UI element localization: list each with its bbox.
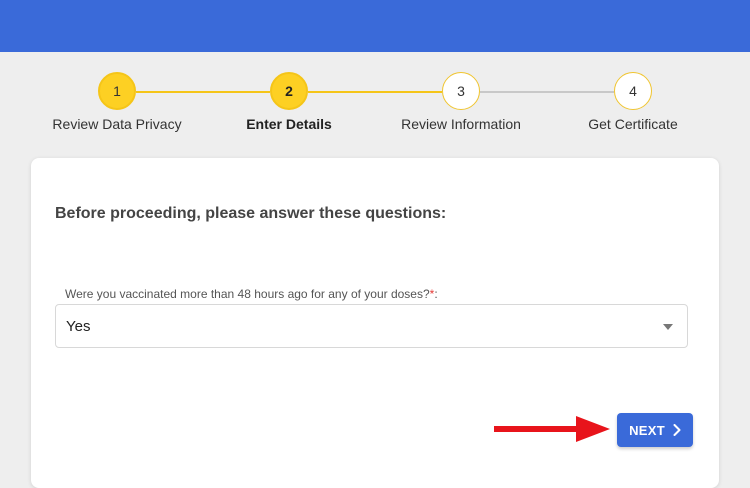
select-value: Yes — [66, 318, 91, 335]
step-1-number: 1 — [113, 83, 121, 99]
red-arrow-icon — [494, 416, 610, 442]
vaccination-answer-select[interactable]: Yes — [55, 304, 688, 348]
question-text: Were you vaccinated more than 48 hours a… — [65, 287, 430, 301]
step-4-number: 4 — [629, 83, 637, 99]
chevron-right-icon — [673, 424, 681, 436]
step-connector-1-2 — [136, 91, 270, 93]
step-2-label: Enter Details — [246, 116, 332, 132]
progress-stepper: 1 Review Data Privacy 2 Enter Details 3 … — [0, 52, 750, 157]
step-2-number: 2 — [285, 83, 293, 99]
step-3-number: 3 — [457, 83, 465, 99]
next-button-label: NEXT — [629, 422, 665, 438]
step-4-circle: 4 — [614, 72, 652, 110]
question-label: Were you vaccinated more than 48 hours a… — [65, 287, 438, 301]
step-4-label: Get Certificate — [588, 116, 678, 132]
question-suffix: : — [434, 287, 438, 301]
caret-down-icon[interactable] — [663, 324, 673, 330]
form-title: Before proceeding, please answer these q… — [55, 205, 447, 222]
form-card: Before proceeding, please answer these q… — [31, 158, 719, 488]
step-1-circle: 1 — [98, 72, 136, 110]
step-1-label: Review Data Privacy — [52, 116, 182, 132]
step-3-circle: 3 — [442, 72, 480, 110]
next-button[interactable]: NEXT — [617, 413, 693, 447]
top-header-bar — [0, 0, 750, 52]
step-connector-3-4 — [480, 91, 614, 93]
step-connector-2-3 — [308, 91, 442, 93]
step-3-label: Review Information — [401, 116, 521, 132]
step-2-circle: 2 — [270, 72, 308, 110]
